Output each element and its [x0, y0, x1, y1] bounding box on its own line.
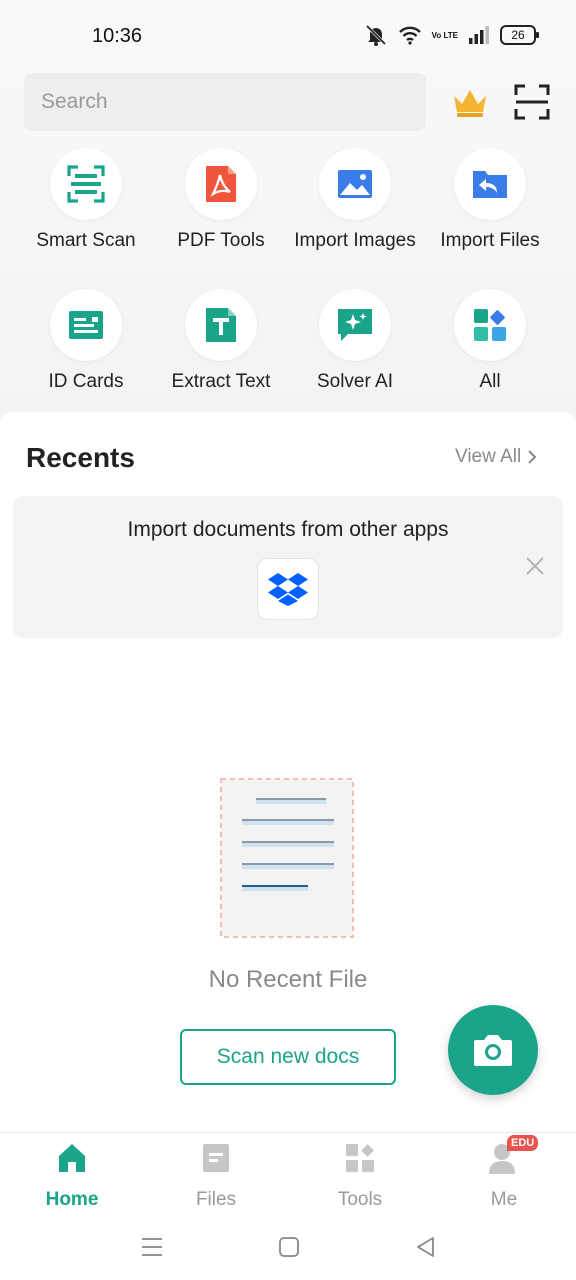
wifi-icon	[398, 26, 421, 45]
system-menu-button[interactable]	[137, 1232, 167, 1262]
tool-smart-scan[interactable]: Smart Scan	[18, 148, 154, 254]
status-bar: 10:36 Vo LTE 26	[0, 0, 576, 70]
no-recent-file-text: No Recent File	[208, 966, 368, 993]
smart-scan-icon	[67, 165, 105, 203]
nav-label: Home	[45, 1189, 99, 1210]
edu-badge: EDU	[507, 1135, 539, 1151]
tool-icon-circle	[454, 148, 526, 220]
camera-icon	[474, 1035, 512, 1066]
tool-solver-ai[interactable]: Solver AI	[287, 289, 423, 395]
nav-files[interactable]: Files	[144, 1141, 288, 1211]
dropbox-icon	[268, 573, 308, 606]
signal-icon	[469, 26, 489, 44]
search-placeholder: Search	[41, 90, 108, 113]
nav-me[interactable]: EDU Me	[432, 1135, 576, 1211]
nav-label: Me	[490, 1189, 518, 1210]
battery-indicator: 26	[500, 25, 539, 45]
import-docs-text: Import documents from other apps	[127, 518, 449, 541]
close-icon	[526, 557, 544, 575]
close-card-button[interactable]	[523, 554, 547, 578]
tool-extract-text[interactable]: Extract Text	[153, 289, 289, 395]
status-time: 10:36	[92, 25, 143, 47]
tool-label: Solver AI	[316, 371, 394, 392]
tool-label: ID Cards	[48, 371, 124, 392]
system-back-button[interactable]	[411, 1232, 441, 1262]
menu-icon	[142, 1238, 162, 1256]
import-file-icon	[473, 171, 507, 198]
empty-document-illustration	[218, 776, 356, 940]
tool-import-files[interactable]: Import Files	[422, 148, 558, 254]
premium-crown-button[interactable]	[450, 82, 490, 122]
tool-icon-circle	[319, 148, 391, 220]
tool-icon-circle	[319, 289, 391, 361]
scan-frame-icon	[514, 84, 550, 120]
chevron-right-icon	[528, 450, 537, 464]
nav-tools[interactable]: Tools	[288, 1141, 432, 1211]
ai-chat-icon	[338, 309, 372, 341]
profile-icon: EDU	[487, 1135, 539, 1175]
view-all-label: View All	[455, 446, 522, 467]
document-illustration-icon	[220, 778, 354, 938]
tool-label: Import Images	[294, 230, 416, 251]
tool-icon-circle	[454, 289, 526, 361]
tool-id-cards[interactable]: ID Cards	[18, 289, 154, 395]
mute-bell-icon	[365, 24, 386, 46]
quick-scan-button[interactable]	[514, 84, 550, 120]
dropbox-button[interactable]	[257, 558, 319, 620]
tool-label: Import Files	[440, 230, 540, 251]
image-icon	[338, 170, 372, 198]
status-icons: Vo LTE 26	[364, 24, 539, 46]
tool-icon-circle	[185, 289, 257, 361]
view-all-link[interactable]: View All	[455, 446, 537, 468]
home-icon	[55, 1141, 89, 1175]
nav-label: Tools	[337, 1189, 383, 1210]
text-icon	[206, 308, 236, 342]
crown-icon	[454, 90, 486, 117]
tool-label: All	[479, 371, 501, 392]
system-home-button[interactable]	[274, 1232, 304, 1262]
camera-fab[interactable]	[448, 1005, 538, 1095]
tool-label: Extract Text	[171, 371, 271, 392]
volte-label: Vo LTE	[431, 30, 458, 40]
nav-label: Files	[195, 1189, 237, 1210]
pdf-icon	[206, 166, 236, 202]
tool-all[interactable]: All	[422, 289, 558, 395]
scan-new-docs-button[interactable]: Scan new docs	[180, 1029, 396, 1085]
id-card-icon	[69, 311, 103, 339]
scan-new-docs-label: Scan new docs	[216, 1045, 360, 1068]
back-triangle-icon	[417, 1237, 434, 1257]
bottom-navigation: Home Files Tools EDU Me	[0, 1132, 576, 1220]
recents-title: Recents	[26, 442, 135, 473]
tool-icon-circle	[50, 148, 122, 220]
system-navigation-bar	[0, 1220, 576, 1280]
square-icon	[279, 1237, 299, 1257]
search-input[interactable]: Search	[24, 73, 426, 131]
files-icon	[199, 1141, 233, 1175]
tool-import-images[interactable]: Import Images	[287, 148, 423, 254]
tool-label: PDF Tools	[177, 230, 265, 251]
import-docs-card: Import documents from other apps	[13, 496, 563, 638]
grid-icon	[474, 309, 506, 341]
tool-icon-circle	[185, 148, 257, 220]
tool-icon-circle	[50, 289, 122, 361]
tools-icon	[343, 1141, 377, 1175]
tool-pdf-tools[interactable]: PDF Tools	[153, 148, 289, 254]
nav-home[interactable]: Home	[0, 1141, 144, 1211]
tool-label: Smart Scan	[36, 230, 136, 251]
